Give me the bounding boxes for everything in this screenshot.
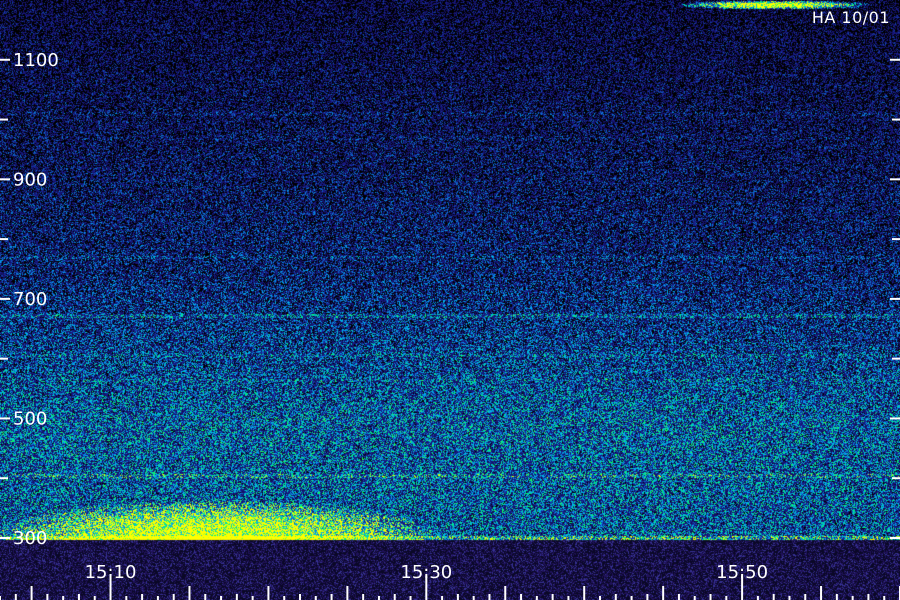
y-axis-left-ticks xyxy=(0,58,10,539)
y-axis-tick-label: 900 xyxy=(13,169,47,190)
radar-echo-heatmap: 15:10 15:30 15:50 300 500 700 900 1100 HA 10/0… xyxy=(0,0,900,600)
y-axis-tick-label: 700 xyxy=(13,289,47,310)
x-axis-tick-labels: 15:10 15:30 15:50 xyxy=(85,562,768,583)
x-axis-minor-ticks xyxy=(0,586,900,600)
y-axis-tick-label: 500 xyxy=(13,408,47,429)
y-axis-tick-labels: 300 500 700 900 1100 xyxy=(13,50,59,549)
x-axis-tick-label: 15:10 xyxy=(85,562,137,583)
station-label: HA 10/01 xyxy=(812,8,890,27)
x-axis-tick-label: 15:30 xyxy=(400,562,452,583)
x-axis-tick-label: 15:50 xyxy=(716,562,768,583)
axes-overlay: 15:10 15:30 15:50 300 500 700 900 1100 HA 10/0… xyxy=(0,8,900,600)
y-axis-tick-label: 1100 xyxy=(13,50,59,71)
y-axis-tick-label: 300 xyxy=(13,528,47,549)
y-axis-right-ticks xyxy=(890,58,900,539)
